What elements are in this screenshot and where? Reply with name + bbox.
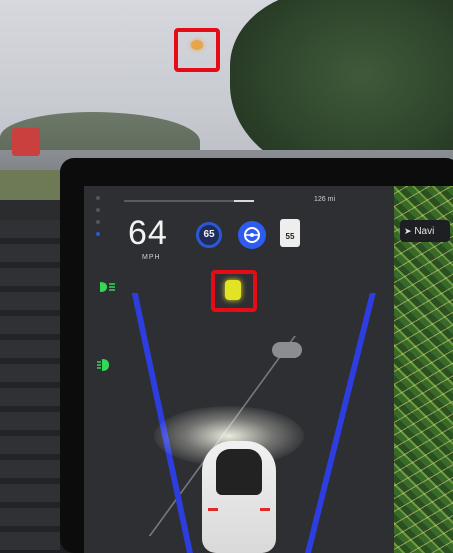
highlight-box-sky [174, 28, 220, 72]
map-navigate-button[interactable]: ➤ Navi [400, 220, 450, 242]
steering-wheel-icon[interactable] [238, 221, 266, 249]
tail-light-left [208, 508, 218, 511]
air-vent [0, 220, 60, 550]
lane-line-right [305, 293, 376, 553]
fog-light-icon [96, 358, 112, 377]
adjacent-vehicle [272, 342, 302, 358]
status-dots [96, 196, 104, 244]
map-nav-label: Navi [414, 226, 435, 237]
speed-readout: 64 [128, 214, 168, 252]
road-sign [12, 128, 40, 156]
navigation-arrow-icon: ➤ [404, 226, 412, 236]
speed-unit: MPH [142, 254, 161, 261]
ego-vehicle-roof [216, 449, 262, 495]
headlight-icon [96, 280, 116, 298]
highlight-box-display [211, 270, 257, 312]
top-divider-accent [234, 200, 254, 202]
cruise-speed-badge[interactable]: 65 [196, 222, 222, 248]
touchscreen-display: 126 mi 64 MPH 65 55 ➤ Navi [84, 186, 453, 553]
tail-light-right [260, 508, 270, 511]
range-status: 126 mi [314, 196, 336, 203]
photo-scene: 126 mi 64 MPH 65 55 ➤ Navi [0, 0, 453, 553]
speed-limit-sign: 55 [280, 219, 300, 247]
